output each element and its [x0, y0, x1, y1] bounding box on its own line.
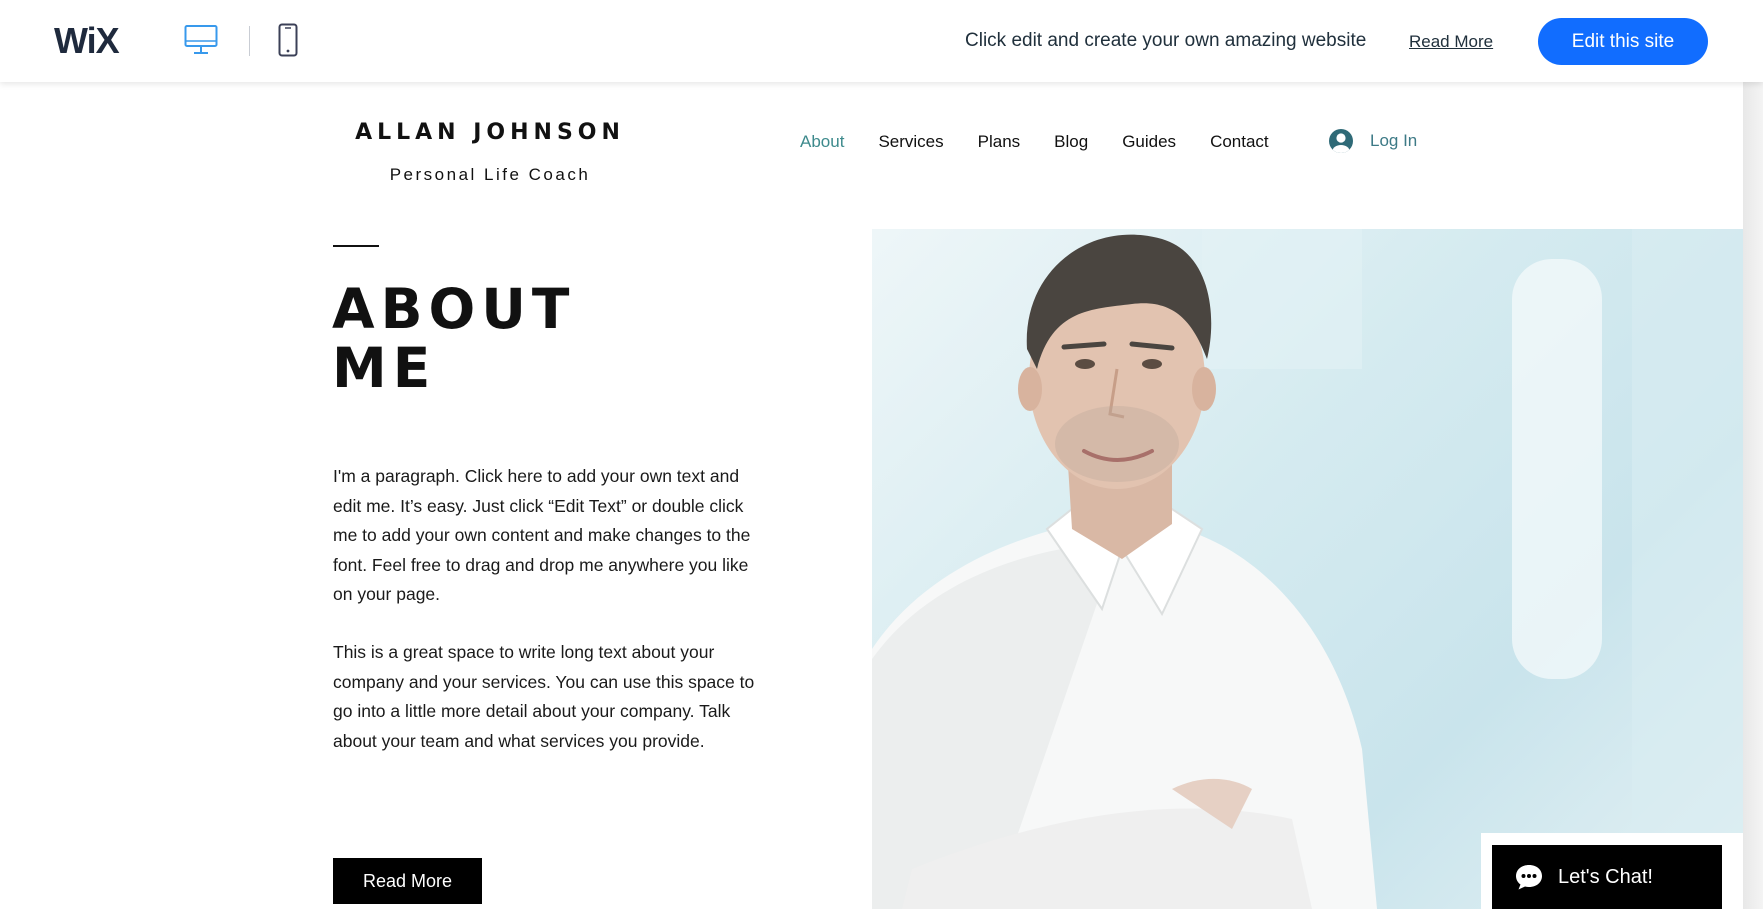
- portrait-photo: [872, 229, 1743, 909]
- about-heading-line1: ABOUT: [332, 277, 576, 341]
- login-label: Log In: [1370, 131, 1418, 150]
- page-scroll-edge: [1743, 82, 1763, 909]
- chat-button[interactable]: Let's Chat!: [1492, 845, 1722, 909]
- mobile-icon: [278, 23, 298, 57]
- site-navigation: About Services Plans Blog Guides Contact: [800, 132, 1303, 152]
- nav-item-guides[interactable]: Guides: [1122, 132, 1176, 152]
- editor-read-more-link[interactable]: Read More: [1409, 32, 1493, 52]
- about-paragraph-1[interactable]: I'm a paragraph. Click here to add your …: [333, 462, 763, 610]
- chat-bubble-icon: [1516, 865, 1542, 890]
- edit-this-site-button[interactable]: Edit this site: [1538, 18, 1708, 65]
- about-heading-line2: ME: [332, 336, 437, 400]
- device-separator: [249, 26, 250, 56]
- wix-editor-bar: WiX Click edit and create your own amazi…: [0, 0, 1763, 82]
- site-subtitle: Personal Life Coach: [389, 165, 591, 184]
- nav-item-blog[interactable]: Blog: [1054, 132, 1088, 152]
- nav-item-about[interactable]: About: [800, 132, 844, 152]
- desktop-view-button[interactable]: [182, 22, 220, 58]
- login-button[interactable]: Log In: [1328, 128, 1417, 154]
- editor-promo-text: Click edit and create your own amazing w…: [965, 30, 1367, 51]
- read-more-button[interactable]: Read More: [333, 858, 482, 904]
- desktop-icon: [184, 25, 218, 54]
- wix-logo[interactable]: WiX: [54, 20, 120, 62]
- nav-item-contact[interactable]: Contact: [1210, 132, 1269, 152]
- site-title[interactable]: ALLAN JOHNSON: [330, 120, 650, 145]
- chat-label: Let's Chat!: [1558, 865, 1653, 888]
- nav-item-services[interactable]: Services: [878, 132, 943, 152]
- portrait-illustration: [872, 229, 1743, 909]
- user-avatar-icon: [1329, 129, 1353, 153]
- about-heading: ABOUT ME: [332, 280, 575, 398]
- about-paragraph-2[interactable]: This is a great space to write long text…: [333, 638, 763, 756]
- mobile-view-button[interactable]: [274, 22, 302, 58]
- heading-accent-line: [333, 245, 379, 247]
- nav-item-plans[interactable]: Plans: [978, 132, 1021, 152]
